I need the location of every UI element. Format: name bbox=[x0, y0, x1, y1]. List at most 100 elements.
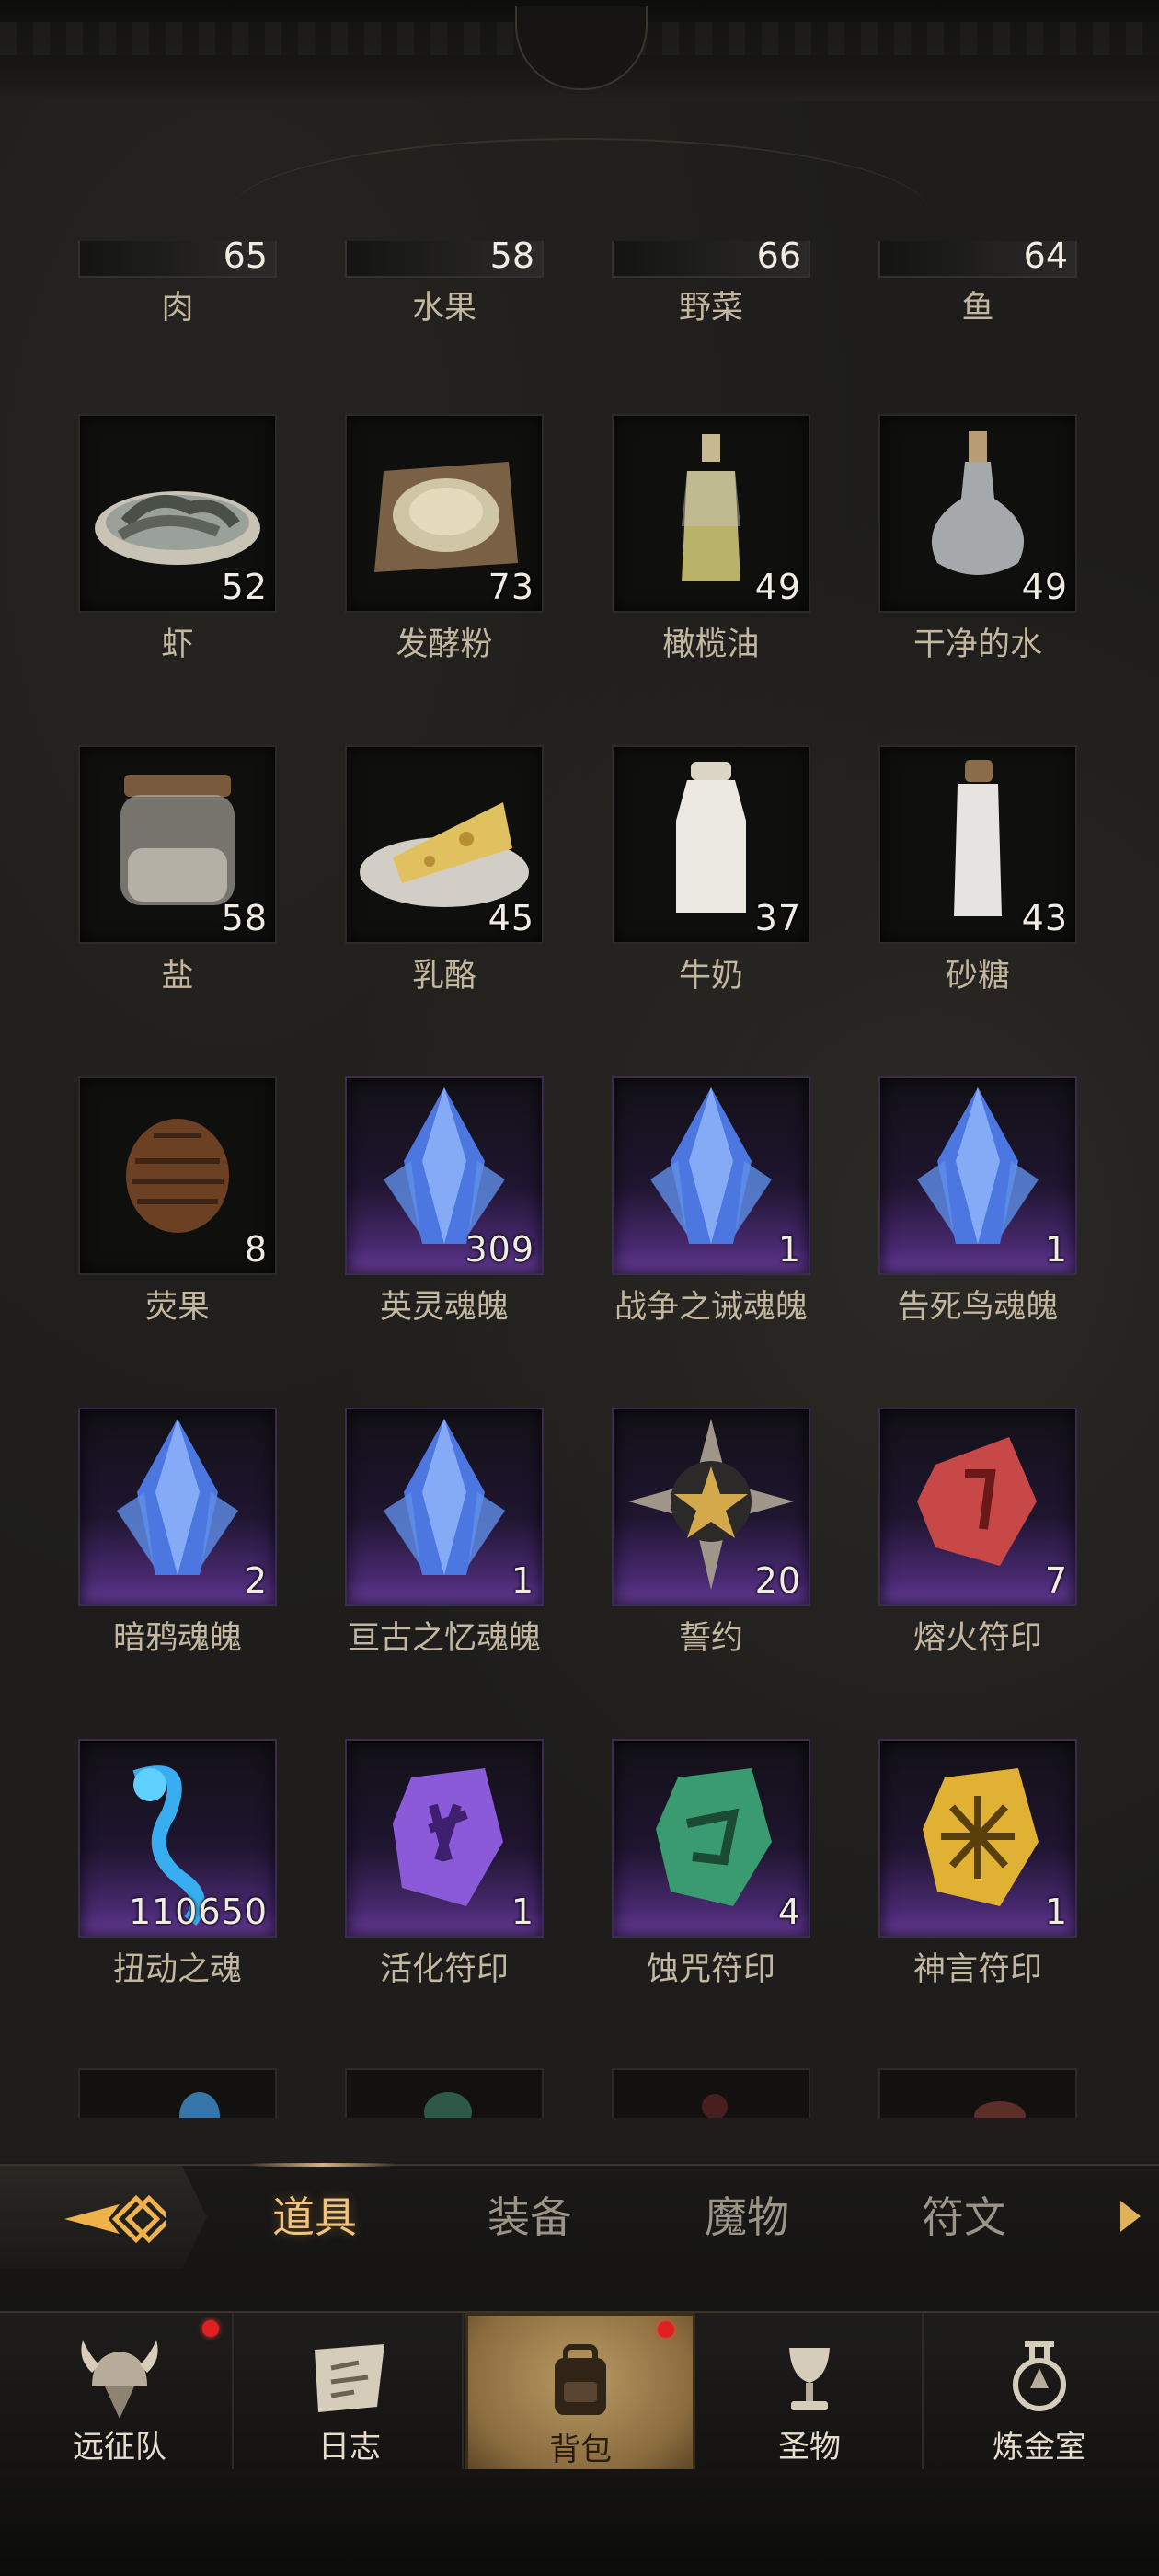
item-slot[interactable]: 1 bbox=[612, 1076, 810, 1275]
bottom-navigation: 远征队 日志 背包 圣物 炼金室 bbox=[0, 2311, 1159, 2576]
item-name: 虾 bbox=[161, 627, 194, 663]
nav-label: 远征队 bbox=[73, 2429, 166, 2466]
partial-item-slot[interactable] bbox=[345, 2068, 544, 2118]
notification-badge bbox=[202, 2320, 219, 2337]
item-slot[interactable]: 1 bbox=[345, 1739, 544, 1938]
backpack-icon bbox=[555, 2344, 606, 2415]
item-count: 1 bbox=[511, 1560, 534, 1601]
alchemy-icon bbox=[1013, 2341, 1066, 2411]
nav-label: 圣物 bbox=[778, 2429, 841, 2466]
item-count: 1 bbox=[1044, 1229, 1068, 1270]
cut-item-slot[interactable]: 64 bbox=[878, 236, 1077, 278]
item-count: 309 bbox=[465, 1229, 534, 1270]
tab-runes[interactable]: 符文 bbox=[872, 2166, 1056, 2269]
cut-item-slot[interactable]: 66 bbox=[612, 236, 810, 278]
item-name: 熔火符印 bbox=[912, 1620, 1042, 1657]
item-count: 20 bbox=[754, 1560, 801, 1601]
partial-item-slot[interactable] bbox=[612, 2068, 810, 2118]
bottom-floor bbox=[0, 2469, 1159, 2576]
item-name: 肉 bbox=[161, 290, 194, 327]
item-count: 73 bbox=[488, 567, 534, 607]
item-slot[interactable]: 1 bbox=[878, 1739, 1077, 1938]
item-name: 乳酪 bbox=[411, 958, 476, 995]
item-count: 1 bbox=[511, 1892, 534, 1932]
item-name: 干净的水 bbox=[912, 627, 1042, 663]
item-count: 58 bbox=[221, 898, 268, 938]
nav-expedition[interactable]: 远征队 bbox=[7, 2313, 234, 2469]
item-name: 发酵粉 bbox=[396, 627, 493, 663]
item-count: 58 bbox=[489, 236, 534, 276]
tab-monsters[interactable]: 魔物 bbox=[655, 2166, 839, 2269]
cut-item-slot[interactable]: 65 bbox=[78, 236, 277, 278]
partial-item-slot[interactable] bbox=[878, 2068, 1077, 2118]
item-name: 砂糖 bbox=[945, 958, 1010, 995]
item-count: 8 bbox=[244, 1229, 268, 1270]
item-name: 誓约 bbox=[678, 1620, 743, 1657]
partial-item-slot[interactable] bbox=[78, 2068, 277, 2118]
nav-relics[interactable]: 圣物 bbox=[697, 2313, 924, 2469]
item-slot[interactable]: 1 bbox=[345, 1408, 544, 1606]
nav-journal[interactable]: 日志 bbox=[237, 2313, 464, 2469]
item-count: 1 bbox=[777, 1229, 801, 1270]
item-count: 4 bbox=[777, 1892, 801, 1932]
item-slot[interactable]: 1 bbox=[878, 1076, 1077, 1275]
item-name: 告死鸟魂魄 bbox=[897, 1289, 1059, 1326]
item-slot[interactable]: 49 bbox=[612, 414, 810, 613]
item-slot[interactable]: 309 bbox=[345, 1076, 544, 1275]
item-name: 荧果 bbox=[144, 1289, 210, 1326]
item-name: 水果 bbox=[411, 290, 476, 327]
nav-alchemy[interactable]: 炼金室 bbox=[927, 2313, 1152, 2469]
back-button[interactable] bbox=[0, 2166, 207, 2269]
item-count: 45 bbox=[488, 898, 534, 938]
scroll-map-icon bbox=[315, 2344, 384, 2412]
item-name: 野菜 bbox=[678, 290, 743, 327]
item-name: 盐 bbox=[161, 958, 194, 995]
item-slot[interactable]: 7 bbox=[878, 1408, 1077, 1606]
item-count: 43 bbox=[1021, 898, 1068, 938]
item-slot[interactable]: 45 bbox=[345, 745, 544, 944]
inventory-tab-bar: 道具 装备 魔物 符文 bbox=[0, 2163, 1159, 2313]
item-slot[interactable]: 110650 bbox=[78, 1739, 277, 1938]
item-count: 110650 bbox=[128, 1892, 268, 1932]
tab-items[interactable]: 道具 bbox=[223, 2166, 407, 2269]
nav-label: 炼金室 bbox=[993, 2429, 1086, 2466]
item-slot[interactable]: 49 bbox=[878, 414, 1077, 613]
tabs-next-arrow-icon[interactable] bbox=[1120, 2201, 1141, 2232]
item-slot[interactable]: 43 bbox=[878, 745, 1077, 944]
item-name: 蚀咒符印 bbox=[646, 1951, 775, 1988]
tab-equipment[interactable]: 装备 bbox=[438, 2166, 622, 2269]
nav-label: 日志 bbox=[318, 2429, 381, 2466]
item-count: 49 bbox=[1021, 567, 1068, 607]
item-slot[interactable]: 8 bbox=[78, 1076, 277, 1275]
item-name: 亘古之忆魂魄 bbox=[347, 1620, 541, 1657]
item-count: 37 bbox=[754, 898, 801, 938]
viking-helmet-icon bbox=[81, 2340, 158, 2419]
nav-backpack[interactable]: 背包 bbox=[465, 2313, 695, 2475]
item-slot[interactable]: 58 bbox=[78, 745, 277, 944]
item-name: 牛奶 bbox=[678, 958, 743, 995]
inventory-grid: 65 肉 58 水果 66 野菜 64 鱼 52 虾 73 发酵粉 49 橄榄油 49 干净的… bbox=[0, 0, 1159, 2162]
item-count: 49 bbox=[754, 567, 801, 607]
item-slot[interactable]: 20 bbox=[612, 1408, 810, 1606]
nav-label: 背包 bbox=[549, 2432, 612, 2468]
item-name: 神言符印 bbox=[912, 1951, 1042, 1988]
item-name: 英灵魂魄 bbox=[379, 1289, 509, 1326]
item-name: 橄榄油 bbox=[662, 627, 760, 663]
bottom-nav-strip: 远征队 日志 背包 圣物 炼金室 bbox=[0, 2311, 1159, 2475]
item-slot[interactable]: 37 bbox=[612, 745, 810, 944]
item-name: 战争之诫魂魄 bbox=[614, 1289, 808, 1326]
item-count: 64 bbox=[1023, 236, 1068, 276]
item-count: 2 bbox=[244, 1560, 268, 1601]
item-name: 暗鸦魂魄 bbox=[112, 1620, 242, 1657]
item-count: 66 bbox=[756, 236, 801, 276]
item-slot[interactable]: 73 bbox=[345, 414, 544, 613]
item-name: 鱼 bbox=[961, 290, 994, 327]
item-name: 扭动之魂 bbox=[112, 1951, 242, 1988]
item-count: 65 bbox=[223, 236, 268, 276]
cut-item-slot[interactable]: 58 bbox=[345, 236, 544, 278]
item-slot[interactable]: 4 bbox=[612, 1739, 810, 1938]
item-slot[interactable]: 52 bbox=[78, 414, 277, 613]
chalice-icon bbox=[789, 2348, 830, 2410]
item-slot[interactable]: 2 bbox=[78, 1408, 277, 1606]
item-name: 活化符印 bbox=[379, 1951, 509, 1988]
